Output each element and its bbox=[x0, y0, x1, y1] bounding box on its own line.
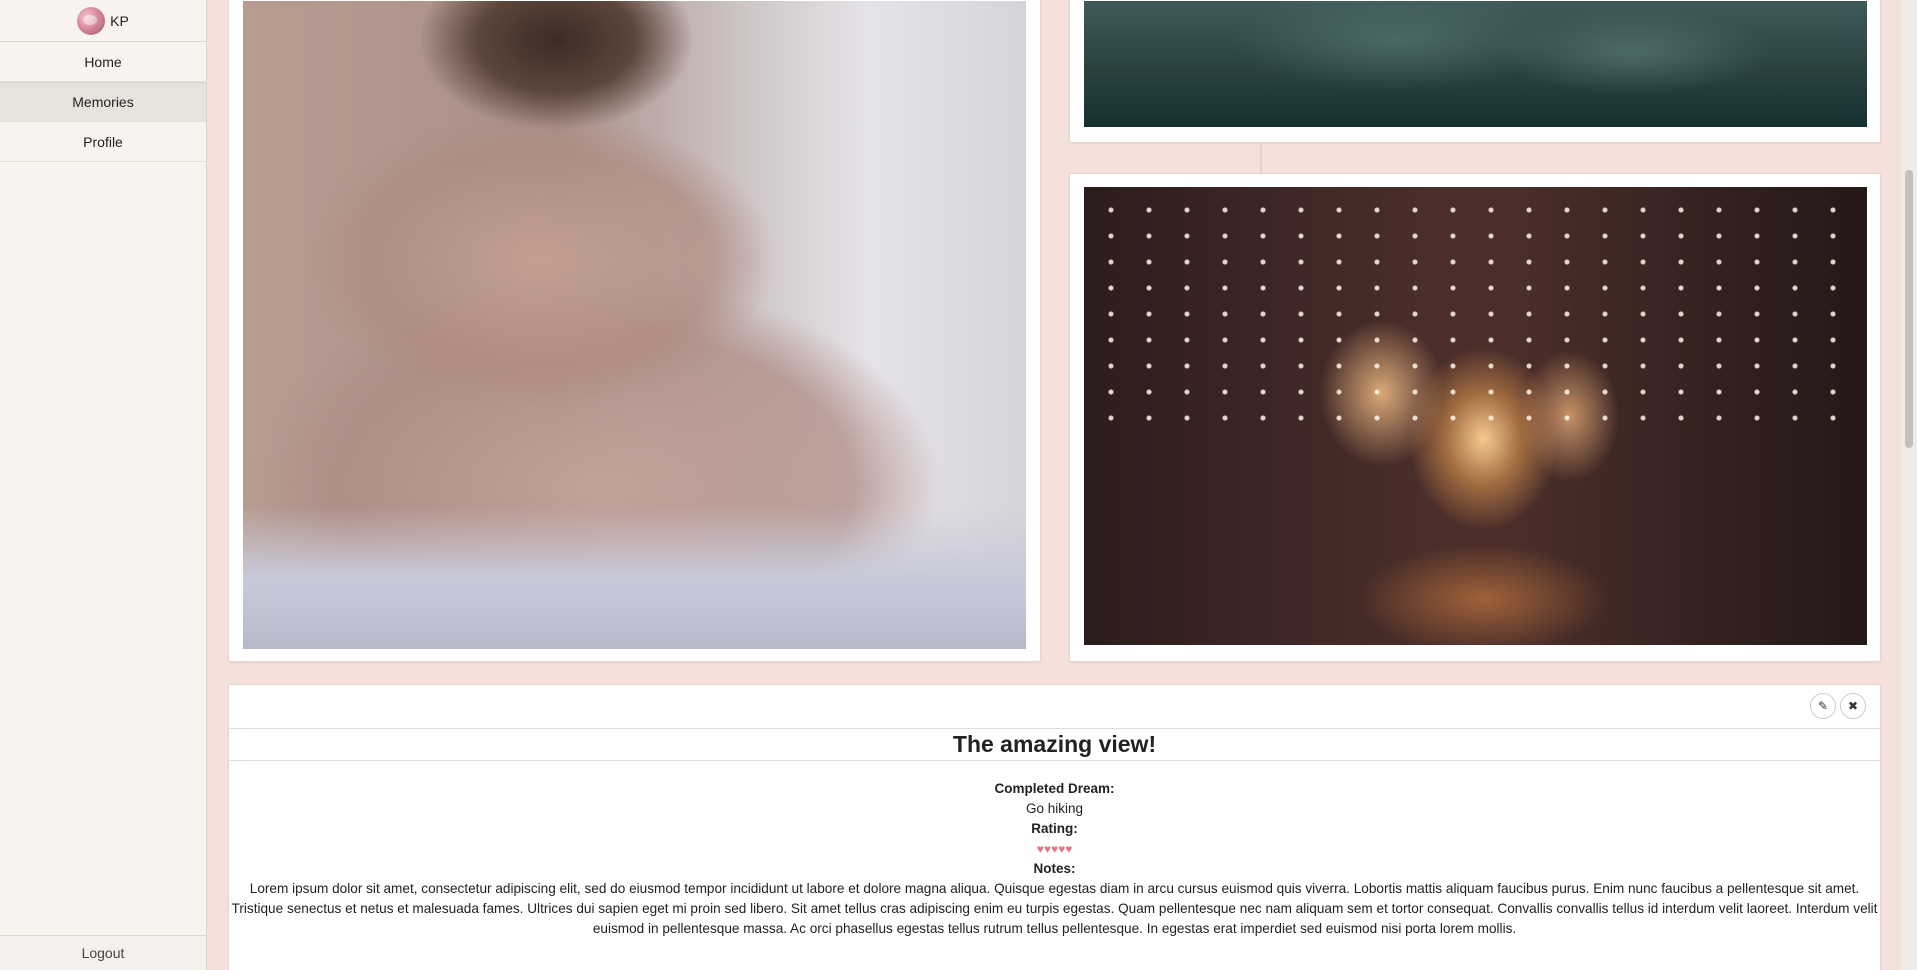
rating-hearts: ♥♥♥♥♥ bbox=[1036, 842, 1073, 856]
sidebar-item-home[interactable]: Home bbox=[0, 42, 206, 82]
sidebar-item-label: Home bbox=[84, 53, 122, 70]
memory-title: The amazing view! bbox=[229, 729, 1880, 761]
scroll-thumb[interactable] bbox=[1905, 170, 1913, 448]
notes-label: Notes: bbox=[1033, 861, 1076, 876]
user-initials: KP bbox=[110, 12, 129, 29]
memory-photo-card[interactable] bbox=[1069, 173, 1881, 662]
pug-photo bbox=[243, 1, 1026, 649]
completed-dream-value: Go hiking bbox=[1025, 801, 1084, 816]
sidebar-item-memories[interactable]: Memories bbox=[0, 82, 206, 122]
pencil-icon: ✎ bbox=[1817, 699, 1829, 713]
edit-button[interactable]: ✎ bbox=[1810, 693, 1836, 719]
sidebar-item-label: Memories bbox=[72, 94, 134, 110]
memory-details-card: ✎ ✖ The amazing view! Completed Dream: G… bbox=[228, 684, 1881, 970]
logout-button[interactable]: Logout bbox=[0, 935, 206, 970]
sidebar-item-label: Profile bbox=[83, 133, 123, 150]
avatar bbox=[77, 6, 106, 35]
user-profile-header[interactable]: KP bbox=[0, 0, 206, 42]
memory-details: Completed Dream: Go hiking Rating: ♥♥♥♥♥… bbox=[229, 779, 1880, 939]
page-scrollbar[interactable] bbox=[1901, 0, 1917, 970]
close-icon: ✖ bbox=[1847, 699, 1859, 713]
street-photo bbox=[1084, 187, 1867, 645]
logout-label: Logout bbox=[81, 945, 125, 961]
rating-label: Rating: bbox=[1031, 821, 1078, 836]
details-header: ✎ ✖ bbox=[229, 685, 1880, 729]
memory-photo-card[interactable] bbox=[228, 0, 1041, 662]
sidebar: KP Home Memories Profile Logout bbox=[0, 0, 207, 970]
memories-gallery: ✎ ✖ The amazing view! Completed Dream: G… bbox=[207, 0, 1901, 970]
memory-photo-card[interactable] bbox=[1069, 0, 1881, 143]
sidebar-item-profile[interactable]: Profile bbox=[0, 122, 206, 162]
mountain-photo bbox=[1084, 1, 1867, 127]
completed-dream-label: Completed Dream: bbox=[994, 781, 1115, 796]
close-button[interactable]: ✖ bbox=[1840, 693, 1866, 719]
notes-text: Lorem ipsum dolor sit amet, consectetur … bbox=[231, 881, 1878, 936]
